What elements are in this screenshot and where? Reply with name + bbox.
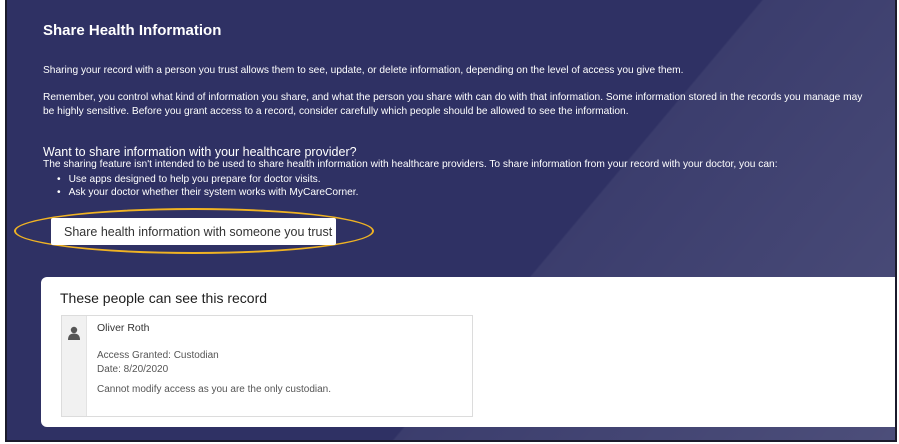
tips-list: Use apps designed to help you prepare fo… xyxy=(57,173,359,199)
access-level: Access Granted: Custodian xyxy=(97,350,219,361)
share-health-panel: Share Health Information Sharing your re… xyxy=(5,0,897,442)
person-entry: Oliver Roth Access Granted: Custodian Da… xyxy=(61,315,473,417)
reminder-text-line1: Remember, you control what kind of infor… xyxy=(43,92,863,103)
list-item: Use apps designed to help you prepare fo… xyxy=(57,173,358,186)
share-with-someone-button[interactable]: Share health information with someone yo… xyxy=(51,218,336,245)
access-date: Date: 8/20/2020 xyxy=(97,364,169,375)
page-title: Share Health Information xyxy=(43,22,222,39)
access-card: These people can see this record Oliver … xyxy=(41,277,895,427)
provider-text: The sharing feature isn't intended to be… xyxy=(43,159,778,170)
person-icon xyxy=(68,326,80,345)
card-title: These people can see this record xyxy=(60,290,268,306)
person-name: Oliver Roth xyxy=(97,322,150,334)
intro-text: Sharing your record with a person you tr… xyxy=(43,65,684,76)
list-item: Ask your doctor whether their system wor… xyxy=(57,186,359,199)
access-note: Cannot modify access as you are the only… xyxy=(97,384,332,395)
provider-heading: Want to share information with your heal… xyxy=(43,145,357,159)
reminder-text-line2: be highly sensitive. Before you grant ac… xyxy=(43,106,629,117)
